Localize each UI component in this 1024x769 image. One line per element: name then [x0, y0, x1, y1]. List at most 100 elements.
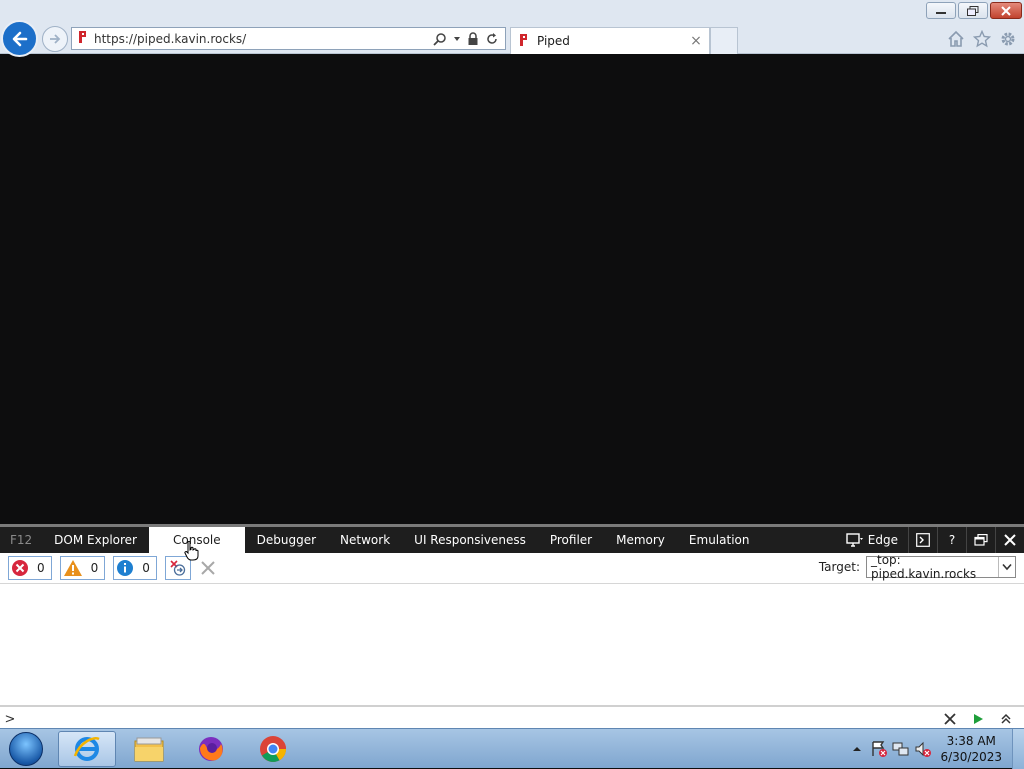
- command-icons: [946, 29, 1018, 49]
- tab-network[interactable]: Network: [328, 527, 402, 553]
- minimize-button[interactable]: [926, 2, 956, 19]
- terminal-icon: [916, 533, 930, 547]
- taskbar-chrome[interactable]: [244, 731, 302, 767]
- monitor-icon: [846, 533, 863, 547]
- f12-label: F12: [10, 533, 33, 547]
- help-button[interactable]: ?: [937, 527, 966, 553]
- action-center-icon[interactable]: [868, 738, 890, 760]
- folder-icon: [134, 737, 164, 762]
- error-filter-button[interactable]: 0: [8, 556, 52, 580]
- clear-input-button[interactable]: [940, 709, 960, 729]
- target-dropdown[interactable]: _top: piped.kavin.rocks: [866, 553, 1016, 581]
- play-icon: [974, 714, 983, 724]
- run-script-button[interactable]: [968, 709, 988, 729]
- warning-icon: [63, 560, 82, 576]
- clock-date: 6/30/2023: [940, 750, 1002, 764]
- close-window-button[interactable]: [990, 2, 1022, 19]
- chrome-icon: [260, 736, 287, 762]
- show-desktop-button[interactable]: [1012, 729, 1024, 769]
- taskbar-file-explorer[interactable]: [120, 731, 178, 767]
- console-toolbar: 0 0 0 Target: _top: piped.kavin.rocks: [0, 553, 1024, 583]
- clear-on-navigate-icon: [170, 560, 186, 576]
- taskbar-firefox[interactable]: [182, 731, 240, 767]
- hand-cursor-icon: [184, 541, 199, 561]
- clock-time: 3:38 AM: [946, 734, 996, 748]
- browser-chrome: https://piped.kavin.rocks/ Piped ×: [0, 0, 1024, 57]
- home-icon[interactable]: [946, 29, 966, 49]
- gear-icon[interactable]: [998, 29, 1018, 49]
- forward-button[interactable]: [42, 26, 68, 52]
- restore-button[interactable]: [958, 2, 988, 19]
- restore-icon: [967, 5, 979, 16]
- clear-console-button[interactable]: [197, 556, 219, 580]
- error-icon: [12, 560, 28, 576]
- console-input[interactable]: [20, 708, 940, 730]
- tab-title: Piped: [537, 34, 570, 48]
- chevron-down-icon: [998, 557, 1015, 577]
- target-selector: Target: _top: piped.kavin.rocks: [818, 553, 1016, 581]
- back-arrow-icon: [12, 31, 27, 46]
- tab-profiler[interactable]: Profiler: [538, 527, 604, 553]
- chevron-down-icon[interactable]: [453, 35, 461, 43]
- tab-ui-responsiveness[interactable]: UI Responsiveness: [402, 527, 538, 553]
- network-icon[interactable]: [890, 738, 912, 760]
- warning-count: 0: [90, 561, 99, 575]
- taskbar: 3:38 AM 6/30/2023: [0, 728, 1024, 769]
- address-tools: [433, 31, 505, 46]
- firefox-icon: [199, 737, 223, 761]
- info-icon: [117, 560, 134, 576]
- close-icon: [1004, 534, 1016, 546]
- search-icon[interactable]: [433, 32, 447, 46]
- tab-piped[interactable]: Piped ×: [510, 27, 710, 54]
- start-button[interactable]: [2, 730, 50, 768]
- console-output[interactable]: [0, 583, 1024, 705]
- piped-favicon-icon: [72, 30, 94, 47]
- document-mode-dropdown[interactable]: Edge: [836, 527, 908, 553]
- target-label: Target:: [818, 560, 860, 574]
- console-input-tools: [940, 709, 1024, 729]
- close-icon: [1001, 5, 1011, 16]
- console-toggle-button[interactable]: [908, 527, 937, 553]
- warning-filter-button[interactable]: 0: [59, 556, 106, 580]
- lock-icon[interactable]: [467, 31, 479, 46]
- star-icon[interactable]: [972, 29, 992, 49]
- document-mode-label: Edge: [867, 533, 898, 547]
- clear-icon: [201, 561, 215, 575]
- back-button[interactable]: [1, 20, 38, 57]
- new-tab-button[interactable]: [710, 27, 738, 54]
- undock-icon: [974, 534, 988, 546]
- console-prompt: >: [4, 711, 16, 727]
- expand-input-button[interactable]: [996, 709, 1016, 729]
- taskbar-internet-explorer[interactable]: [58, 731, 116, 767]
- tab-emulation[interactable]: Emulation: [677, 527, 762, 553]
- system-tray: 3:38 AM 6/30/2023: [846, 729, 1024, 769]
- internet-explorer-icon: [73, 737, 100, 761]
- double-chevron-up-icon: [1001, 713, 1011, 724]
- refresh-icon[interactable]: [485, 32, 499, 46]
- show-hidden-icons-button[interactable]: [846, 738, 868, 760]
- chevron-up-icon: [853, 747, 862, 751]
- devtools-right-controls: Edge ?: [836, 527, 1024, 553]
- error-count: 0: [37, 561, 45, 575]
- volume-muted-icon[interactable]: [912, 738, 934, 760]
- undock-button[interactable]: [966, 527, 995, 553]
- page-viewport[interactable]: [0, 54, 1024, 524]
- info-count: 0: [142, 561, 150, 575]
- tab-close-button[interactable]: ×: [687, 32, 705, 50]
- info-filter-button[interactable]: 0: [113, 556, 157, 580]
- close-devtools-button[interactable]: [995, 527, 1024, 553]
- address-bar[interactable]: https://piped.kavin.rocks/: [71, 27, 506, 50]
- tab-debugger[interactable]: Debugger: [245, 527, 328, 553]
- forward-arrow-icon: [50, 34, 61, 44]
- address-url[interactable]: https://piped.kavin.rocks/: [94, 32, 433, 46]
- tab-dom-explorer[interactable]: DOM Explorer: [42, 527, 149, 553]
- close-icon: [944, 713, 956, 725]
- target-value: _top: piped.kavin.rocks: [871, 553, 977, 581]
- system-clock[interactable]: 3:38 AM 6/30/2023: [940, 733, 1002, 765]
- minimize-icon: [936, 11, 946, 14]
- devtools-tab-bar: F12 DOM Explorer Console Debugger Networ…: [0, 527, 1024, 553]
- devtools-panel: F12 DOM Explorer Console Debugger Networ…: [0, 524, 1024, 730]
- piped-favicon-icon: [519, 33, 529, 50]
- tab-memory[interactable]: Memory: [604, 527, 677, 553]
- window-controls: [926, 2, 1022, 19]
